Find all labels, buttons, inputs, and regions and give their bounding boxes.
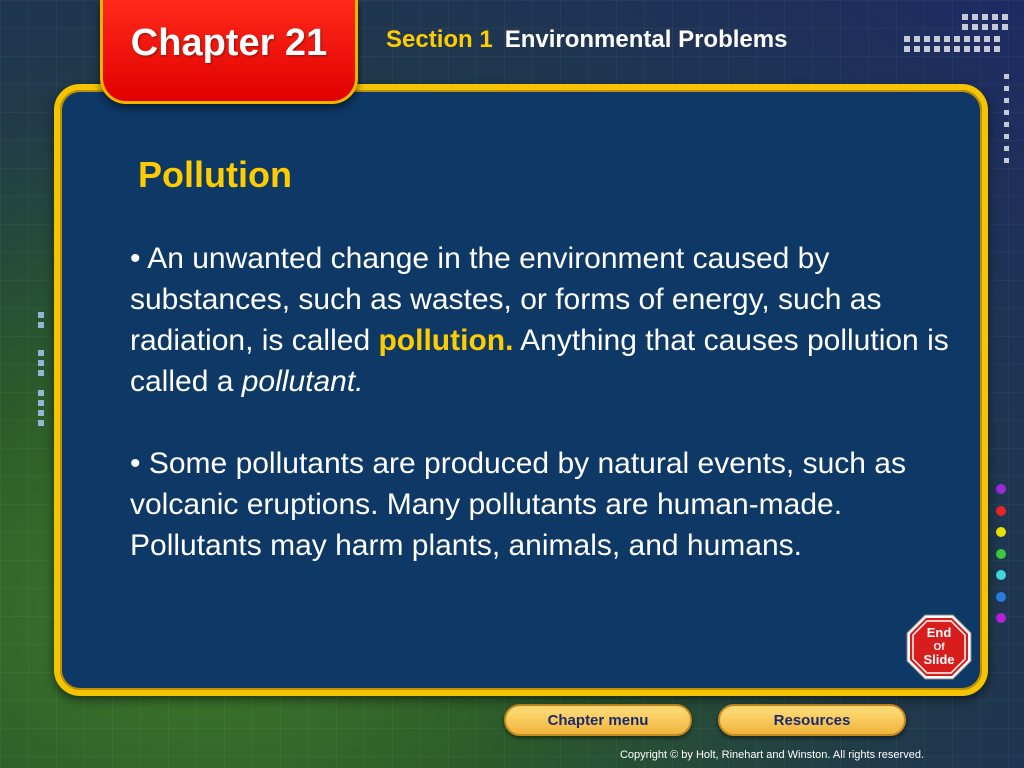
bullet-marker: •: [130, 242, 141, 275]
term-pollutant: pollutant.: [241, 365, 364, 398]
dot-yellow: [996, 527, 1006, 537]
section-number: Section 1: [386, 26, 493, 53]
slide-title: Pollution: [138, 154, 292, 195]
resources-button[interactable]: Resources: [718, 704, 906, 736]
bullet-text: Some pollutants are produced by natural …: [130, 447, 906, 562]
dot-red: [996, 505, 1006, 516]
copyright-notice: Copyright © by Holt, Rinehart and Winsto…: [619, 749, 924, 761]
term-pollution: pollution.: [378, 324, 514, 357]
bullet-marker: •: [130, 447, 141, 480]
end-of-slide-line3: Slide: [923, 652, 954, 667]
bullet-pollutant-sources: • Some pollutants are produced by natura…: [130, 443, 950, 566]
dot-purple: [996, 484, 1006, 494]
section-heading: Section 1 Environmental Problems: [386, 26, 787, 54]
end-of-slide-line1: End: [927, 625, 952, 640]
section-title: Environmental Problems: [504, 26, 788, 53]
dot-magenta: [996, 613, 1006, 623]
dot-green: [996, 548, 1006, 559]
dot-cyan: [996, 570, 1006, 580]
bullet-pollution-definition: • An unwanted change in the environment …: [130, 238, 950, 402]
chapter-label: Chapter 21: [130, 22, 328, 64]
end-of-slide-icon[interactable]: End Of Slide: [906, 614, 972, 680]
decorative-dot-column-left: [38, 312, 44, 426]
dot-blue: [996, 591, 1006, 602]
chapter-tab: Chapter 21: [100, 0, 358, 104]
chapter-menu-button[interactable]: Chapter menu: [504, 704, 692, 736]
color-dots: [996, 484, 1012, 635]
